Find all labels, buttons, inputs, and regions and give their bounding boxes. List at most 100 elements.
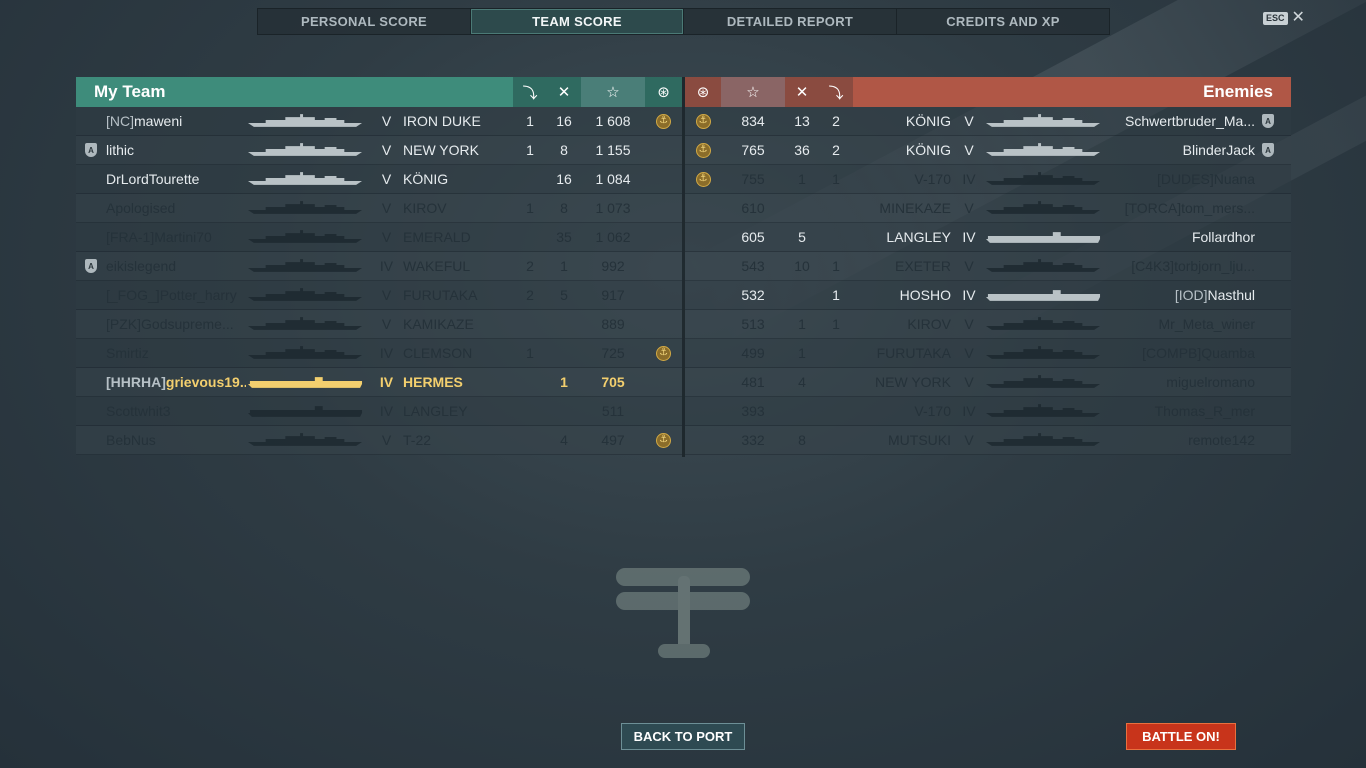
enemies-rows: ⚓ 834 13 2 KÖNIG V Schwertbruder_Ma... A ⚓ 765 36 2… xyxy=(685,107,1291,455)
ship-silhouette-cell xyxy=(246,375,374,389)
ship-silhouette-cell xyxy=(981,346,1105,360)
crossed-swords-icon: ✕ xyxy=(547,77,581,107)
base-xp: 725 xyxy=(601,345,625,361)
player-row[interactable]: Aeikislegend IV WAKEFUL 2 1 992 xyxy=(76,252,682,281)
player-name-cell: [TORCA]tom_mers... xyxy=(1105,200,1255,216)
ship-tier: V xyxy=(381,287,392,303)
player-row[interactable]: 513 1 1 KIROV V Mr_Meta_winer xyxy=(685,310,1291,339)
player-name-cell: [HHRHA]grievous19... xyxy=(106,374,246,390)
kills-count: 16 xyxy=(556,113,572,129)
ship-tier: V xyxy=(964,200,974,216)
player-name-cell: Scottwhit3 xyxy=(106,403,246,419)
back-to-port-button[interactable]: BACK TO PORT xyxy=(621,723,745,750)
base-xp: 765 xyxy=(741,142,765,158)
close-button[interactable]: ESC ✕ xyxy=(1263,10,1305,26)
base-xp: 481 xyxy=(741,374,765,390)
ship-name: KÖNIG xyxy=(403,171,449,187)
player-name: Smirtiz xyxy=(106,345,149,361)
ship-silhouette-cell xyxy=(246,433,374,447)
player-name-cell: [IOD]Nasthul xyxy=(1105,287,1255,303)
ship-tier: V xyxy=(964,345,974,361)
player-row[interactable]: [HHRHA]grievous19... IV HERMES 1 705 xyxy=(76,368,682,397)
tab-detailed-report[interactable]: DETAILED REPORT xyxy=(684,9,897,34)
player-name: Martini70 xyxy=(154,229,212,245)
player-row[interactable]: 393 V-170 IV Thomas_R_mer xyxy=(685,397,1291,426)
player-row[interactable]: ⚓ 765 36 2 KÖNIG V BlinderJack A xyxy=(685,136,1291,165)
player-row[interactable]: DrLordTourette V KÖNIG 16 1 084 xyxy=(76,165,682,194)
ship-tier: IV xyxy=(379,374,394,390)
player-row[interactable]: [_FOG_]Potter_harry V FURUTAKA 2 5 917 xyxy=(76,281,682,310)
ship-silhouette-cell xyxy=(246,317,374,331)
medal-icon: ⚓ xyxy=(656,113,671,129)
player-row[interactable]: [NC]maweni V IRON DUKE 1 16 1 608 ⚓ xyxy=(76,107,682,136)
ship-tier: V xyxy=(964,374,974,390)
division-badge-icon: A xyxy=(1262,114,1274,128)
base-xp: 511 xyxy=(601,403,625,419)
medal-icon: ⊛ xyxy=(685,77,721,107)
ship-silhouette-icon xyxy=(247,114,363,127)
torpedo-kills: 1 xyxy=(526,113,534,129)
ship-name: MINEKAZE xyxy=(879,200,951,216)
ship-silhouette-icon xyxy=(985,346,1101,359)
medal-cell: ⚓ xyxy=(685,113,721,129)
ship-silhouette-cell xyxy=(981,288,1105,302)
player-name-cell: [FRA-1]Martini70 xyxy=(106,229,246,245)
battle-on-button[interactable]: BATTLE ON! xyxy=(1126,723,1236,750)
base-xp: 917 xyxy=(601,287,625,303)
player-row[interactable]: 499 1 FURUTAKA V [COMPB]Quamba xyxy=(685,339,1291,368)
ship-tier: V xyxy=(381,113,392,129)
ship-silhouette-icon xyxy=(985,375,1101,388)
player-name-cell: remote142 xyxy=(1105,432,1255,448)
ship-silhouette-cell xyxy=(981,404,1105,418)
clan-tag: [COMPB] xyxy=(1142,345,1202,361)
ship-name: LANGLEY xyxy=(886,229,951,245)
player-row[interactable]: 605 5 LANGLEY IV Follardhor xyxy=(685,223,1291,252)
ship-name: FURUTAKA xyxy=(876,345,951,361)
enemies-title: Enemies xyxy=(853,77,1291,107)
base-xp: 532 xyxy=(741,287,765,303)
player-row[interactable]: Alithic V NEW YORK 1 8 1 155 xyxy=(76,136,682,165)
kills-count: 4 xyxy=(798,374,806,390)
ship-name: CLEMSON xyxy=(403,345,473,361)
clan-tag: [IOD] xyxy=(1174,287,1208,303)
player-row[interactable]: Scottwhit3 IV LANGLEY 511 xyxy=(76,397,682,426)
tab-credits-and-xp[interactable]: CREDITS AND XP xyxy=(897,9,1109,34)
base-xp: 513 xyxy=(741,316,765,332)
player-name: tom_mers... xyxy=(1181,200,1255,216)
player-row[interactable]: [FRA-1]Martini70 V EMERALD 35 1 062 xyxy=(76,223,682,252)
star-icon: ☆ xyxy=(721,77,785,107)
ship-silhouette-cell xyxy=(981,230,1105,244)
ship-name: MUTSUKI xyxy=(888,432,951,448)
player-row[interactable]: ⚓ 755 1 1 V-170 IV [DUDES]Nuana xyxy=(685,165,1291,194)
player-row[interactable]: 543 10 1 EXETER V [C4K3]torbjorn_lju... xyxy=(685,252,1291,281)
base-xp: 889 xyxy=(601,316,625,332)
ship-silhouette-icon xyxy=(985,433,1101,446)
player-row[interactable]: 532 1 HOSHO IV [IOD]Nasthul xyxy=(685,281,1291,310)
ship-tier: V xyxy=(381,200,392,216)
tab-personal-score[interactable]: PERSONAL SCORE xyxy=(258,9,471,34)
ship-tier: V xyxy=(381,316,392,332)
ship-silhouette-cell xyxy=(246,346,374,360)
base-xp: 332 xyxy=(741,432,765,448)
player-name: Follardhor xyxy=(1191,229,1255,245)
player-row[interactable]: Smirtiz IV CLEMSON 1 725 ⚓ xyxy=(76,339,682,368)
ship-name: EXETER xyxy=(894,258,951,274)
kills-count: 36 xyxy=(794,142,810,158)
player-row[interactable]: 332 8 MUTSUKI Vremote142 xyxy=(685,426,1291,455)
player-row[interactable]: ⚓ 834 13 2 KÖNIG V Schwertbruder_Ma... A xyxy=(685,107,1291,136)
star-icon: ☆ xyxy=(581,77,645,107)
tab-team-score[interactable]: TEAM SCORE xyxy=(471,9,684,34)
ship-name: KAMIKAZE xyxy=(403,316,474,332)
player-row[interactable]: BebNus V T-22 4 497 ⚓ xyxy=(76,426,682,455)
kills-count: 8 xyxy=(560,200,568,216)
player-name: Mr_Meta_winer xyxy=(1158,316,1255,332)
player-row[interactable]: 610 MINEKAZE V [TORCA]tom_mers... xyxy=(685,194,1291,223)
ship-name: KÖNIG xyxy=(905,142,951,158)
ship-name: HERMES xyxy=(403,374,463,390)
my-team-header: My Team ⤵ ✕ ☆ ⊛ xyxy=(76,77,682,107)
player-row[interactable]: Apologised V KIROV 1 8 1 073 xyxy=(76,194,682,223)
player-row[interactable]: [PZK]Godsupreme... V KAMIKAZE 889 xyxy=(76,310,682,339)
base-xp: 992 xyxy=(601,258,625,274)
medal-cell: ⚓ xyxy=(645,113,682,129)
player-row[interactable]: 481 4 NEW YORK Vmiguelromano xyxy=(685,368,1291,397)
